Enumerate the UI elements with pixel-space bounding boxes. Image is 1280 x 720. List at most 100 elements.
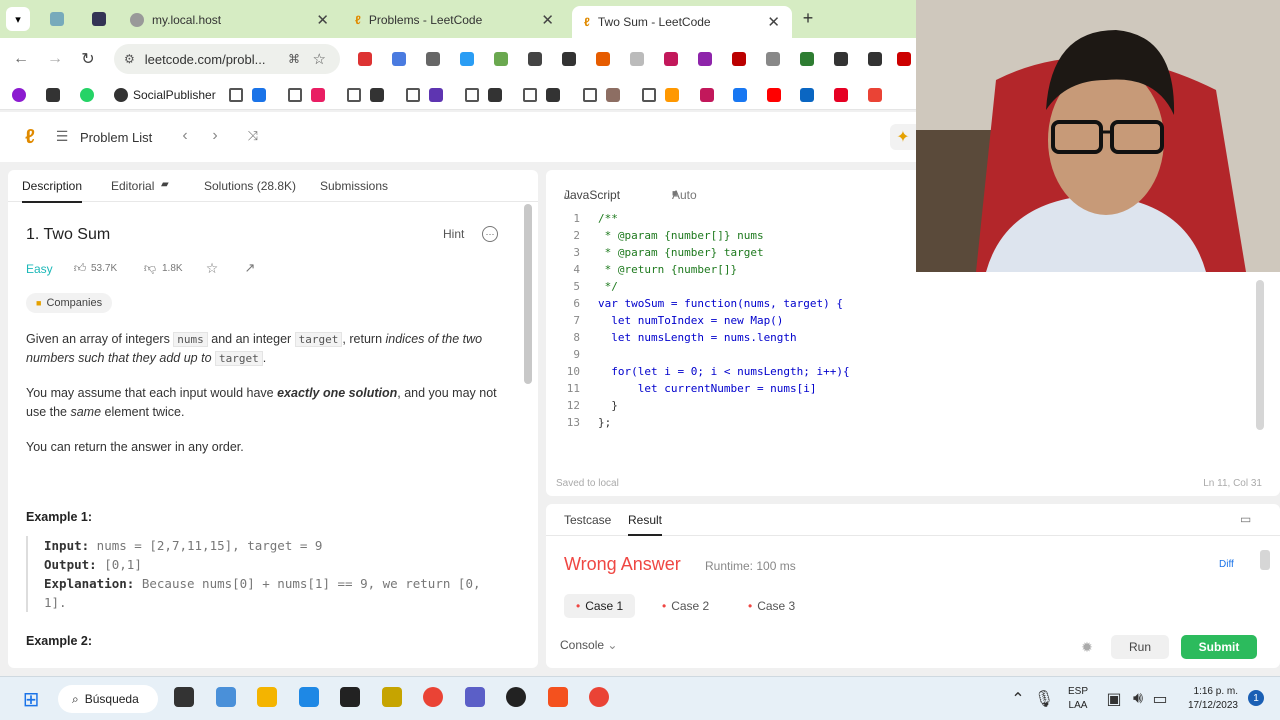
code-line[interactable]: 12 } — [556, 397, 850, 414]
chrome-icon[interactable] — [423, 687, 443, 707]
notepad-icon[interactable] — [215, 687, 236, 707]
extension-icon[interactable] — [664, 52, 678, 66]
folder-icon[interactable] — [583, 88, 597, 102]
extension-icon[interactable] — [897, 52, 911, 66]
forward-icon[interactable]: → — [46, 50, 64, 68]
code-line[interactable]: 9 — [556, 346, 850, 363]
folder-icon[interactable] — [229, 88, 243, 102]
tab-group-icon[interactable] — [50, 12, 64, 26]
shuffle-icon[interactable]: ⤨ — [244, 127, 262, 145]
prev-problem-icon[interactable]: ‹ — [176, 127, 194, 145]
folder-icon[interactable] — [347, 88, 361, 102]
folder-icon[interactable] — [465, 88, 479, 102]
new-tab-button[interactable]: + — [798, 8, 818, 28]
code-line[interactable]: 10 for(let i = 0; i < numsLength; i++){ — [556, 363, 850, 380]
battery-icon[interactable]: ▭ — [1152, 691, 1168, 708]
file-explorer-icon[interactable] — [257, 687, 277, 707]
problem-list-link[interactable]: Problem List — [80, 130, 152, 145]
run-button[interactable]: Run — [1111, 635, 1169, 659]
extension-icon[interactable] — [698, 52, 712, 66]
code-line[interactable]: 6 var twoSum = function(nums, target) { — [556, 295, 850, 312]
close-icon[interactable]: ✕ — [541, 11, 554, 29]
close-icon[interactable]: ✕ — [767, 13, 780, 31]
case-2-tab[interactable]: • Case 2 — [650, 594, 721, 618]
chevron-up-icon[interactable]: ⌃ — [1010, 691, 1026, 708]
bookmark-icon[interactable] — [12, 88, 26, 102]
editor-scrollbar[interactable] — [1256, 280, 1264, 430]
tab-solutions[interactable]: Solutions (28.8K) — [204, 179, 296, 193]
bookmark-social-publisher[interactable]: SocialPublisher — [133, 88, 216, 102]
whatsapp-icon[interactable] — [80, 88, 94, 102]
translate-icon[interactable]: ⌘ — [288, 52, 300, 66]
tab-search-button[interactable]: ▾ — [6, 7, 30, 31]
notification-badge[interactable]: 1 — [1248, 690, 1264, 706]
bookmark-icon[interactable] — [546, 88, 560, 102]
tab-submissions[interactable]: Submissions — [320, 179, 388, 193]
bookmark-icon[interactable] — [665, 88, 679, 102]
taskbar-search[interactable]: ⌕ Búsqueda — [58, 685, 158, 713]
code-line[interactable]: 4 * @return {number[]} — [556, 261, 850, 278]
extension-icon[interactable] — [766, 52, 780, 66]
extension-icon[interactable] — [732, 52, 746, 66]
hint-button[interactable]: Hint — [443, 227, 464, 241]
folder-icon[interactable] — [642, 88, 656, 102]
tab-description[interactable]: Description — [22, 179, 83, 203]
code-line[interactable]: 5 */ — [556, 278, 850, 295]
more-options-icon[interactable]: ··· — [482, 226, 498, 242]
submit-button[interactable]: Submit — [1181, 635, 1257, 659]
terminal-icon[interactable] — [340, 687, 360, 707]
code-line[interactable]: 2 * @param {number[]} nums — [556, 227, 850, 244]
bookmark-icon[interactable] — [488, 88, 502, 102]
clock[interactable]: 1:16 p. m. 17/12/2023 — [1180, 685, 1238, 713]
bookmark-icon[interactable] — [800, 88, 814, 102]
case-1-tab[interactable]: • Case 1 — [564, 594, 636, 618]
bookmark-icon[interactable] — [252, 88, 266, 102]
code-line[interactable]: 13}; — [556, 414, 850, 431]
bookmark-icon[interactable] — [700, 88, 714, 102]
sparkle-icon[interactable]: ✦ — [890, 124, 916, 150]
extension-icon[interactable] — [528, 52, 542, 66]
tab-result[interactable]: Result — [628, 513, 663, 536]
bookmark-icon[interactable] — [370, 88, 384, 102]
case-3-tab[interactable]: • Case 3 — [736, 594, 807, 618]
extension-icon[interactable] — [426, 52, 440, 66]
close-icon[interactable]: ✕ — [316, 11, 329, 29]
extension-icon[interactable] — [800, 52, 814, 66]
reload-icon[interactable]: ↻ — [79, 50, 97, 68]
console-toggle[interactable]: Console ⌄ — [560, 638, 617, 652]
microphone-icon[interactable]: 🎙︎ — [1034, 691, 1054, 708]
tab-problems-leetcode[interactable]: ℓ Problems - LeetCode ✕ — [355, 6, 560, 34]
extension-icon[interactable] — [596, 52, 610, 66]
obs-icon[interactable] — [506, 687, 526, 707]
extension-icon[interactable] — [460, 52, 474, 66]
folder-icon[interactable] — [288, 88, 302, 102]
bookmark-icon[interactable] — [311, 88, 325, 102]
volume-icon[interactable]: 🔊︎ — [1130, 690, 1146, 707]
chrome-icon[interactable] — [589, 687, 609, 707]
code-line[interactable]: 7 let numToIndex = new Map() — [556, 312, 850, 329]
bookmark-icon[interactable] — [606, 88, 620, 102]
bookmark-icon[interactable] — [767, 88, 781, 102]
code-line[interactable]: 11 let currentNumber = nums[i] — [556, 380, 850, 397]
language-indicator[interactable]: ESP LAA — [1068, 685, 1088, 713]
bookmark-icon[interactable] — [834, 88, 848, 102]
app-icon[interactable] — [547, 687, 568, 707]
bookmark-icon[interactable] — [429, 88, 443, 102]
bookmark-icon[interactable] — [868, 88, 882, 102]
debug-bug-icon[interactable]: ✹ — [1078, 638, 1096, 656]
panel-toggle-icon[interactable]: ▭ — [1240, 512, 1251, 526]
thumbs-up-icon[interactable]: 👍︎ — [72, 260, 88, 276]
thumbs-down-icon[interactable]: 👎︎ — [142, 260, 158, 276]
tab-two-sum-leetcode[interactable]: ℓ Two Sum - LeetCode ✕ — [572, 6, 792, 38]
companies-tag[interactable]: ■ Companies — [26, 293, 113, 313]
code-area[interactable]: 1/** 2 * @param {number[]} nums 3 * @param… — [556, 210, 850, 431]
diff-toggle[interactable]: Diff — [1219, 559, 1234, 570]
site-info-icon[interactable]: ⚙ — [124, 52, 135, 66]
share-icon[interactable]: ↗ — [242, 260, 258, 276]
result-scrollbar[interactable] — [1260, 550, 1270, 570]
url-omnibox[interactable]: ⚙ leetcode.com/probl... ⌘ ☆ — [114, 44, 340, 74]
bookmark-icon[interactable] — [733, 88, 747, 102]
extension-icon[interactable] — [834, 52, 848, 66]
teams-icon[interactable] — [464, 687, 485, 707]
extension-icon[interactable] — [358, 52, 372, 66]
